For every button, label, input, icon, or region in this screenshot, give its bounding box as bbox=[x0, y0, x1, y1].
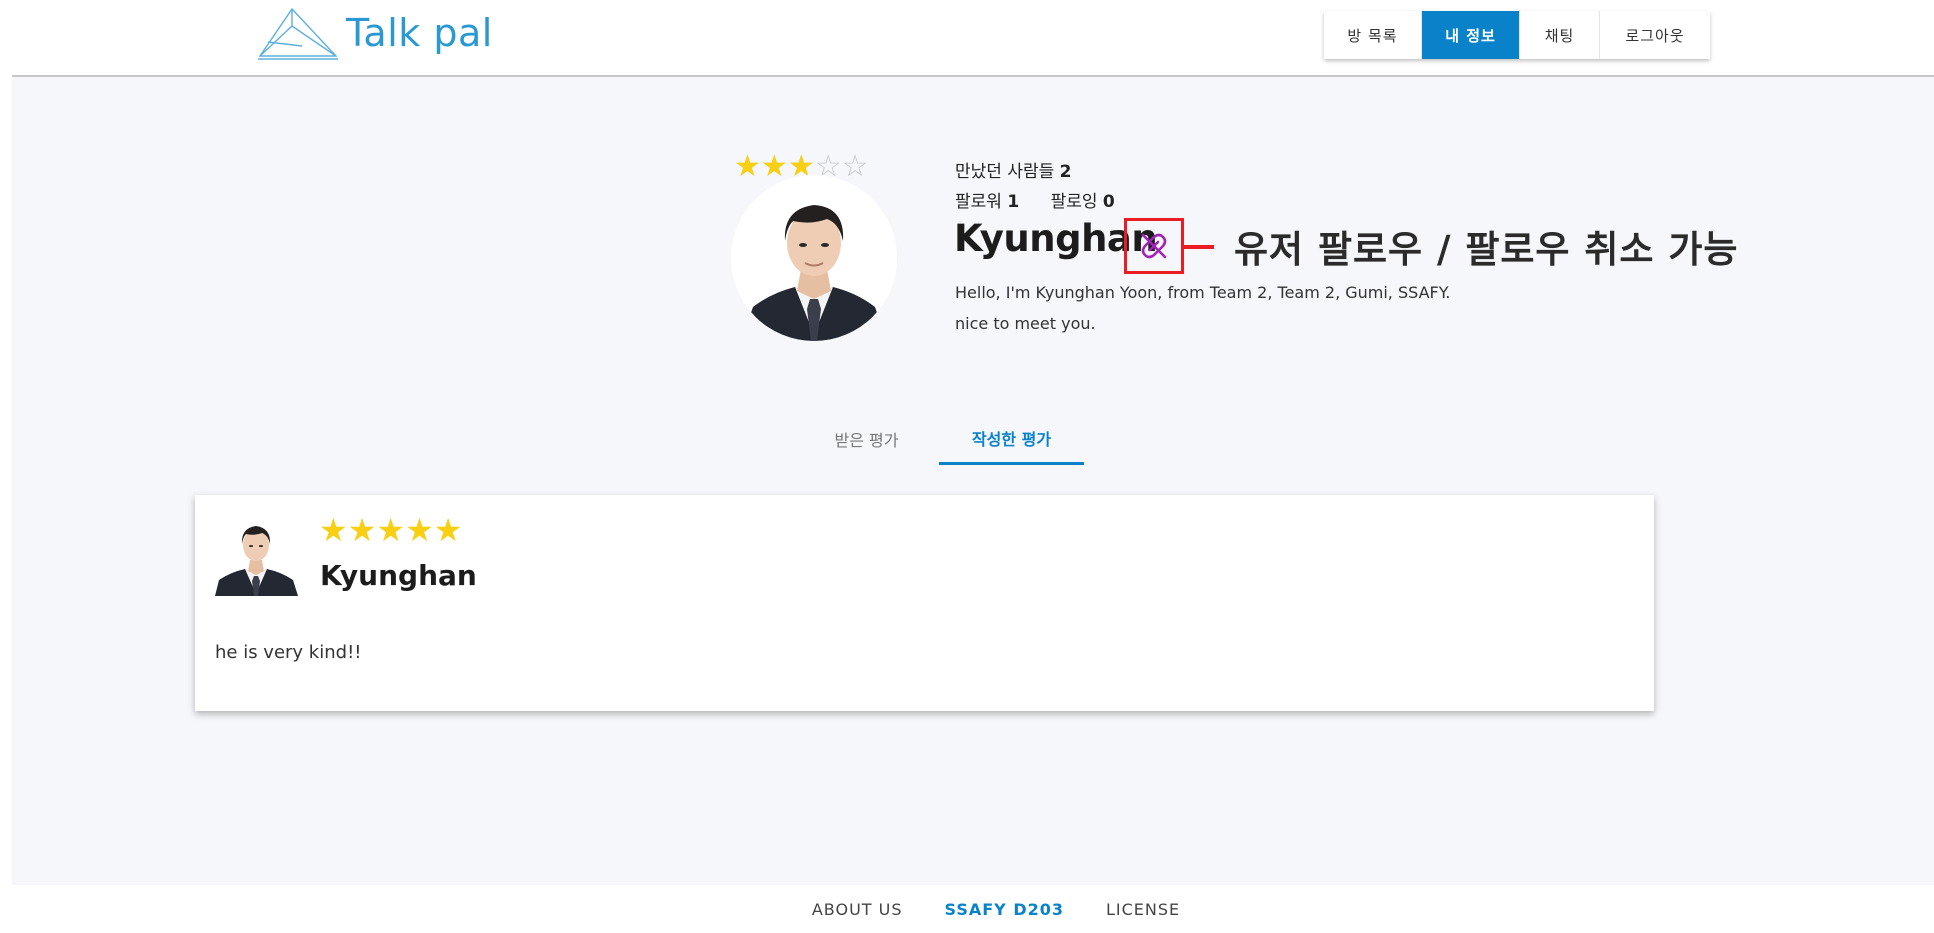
link-off-icon bbox=[1141, 233, 1167, 259]
person-portrait-icon bbox=[215, 514, 298, 596]
profile-bio: Hello, I'm Kyunghan Yoon, from Team 2, T… bbox=[955, 283, 1451, 333]
follow-annotation-text: 유저 팔로우 / 팔로우 취소 가능 bbox=[1234, 228, 1739, 271]
followers-label[interactable]: 팔로워 bbox=[955, 192, 1002, 212]
nav-room-list-button[interactable]: 방 목록 bbox=[1324, 11, 1422, 59]
star-filled-icon: ★ bbox=[347, 511, 377, 549]
review-card: ★ ★ ★ ★ ★ Kyunghan he is very kind!! bbox=[195, 495, 1654, 711]
tab-written-reviews[interactable]: 작성한 평가 bbox=[939, 413, 1084, 465]
nav-my-info-button[interactable]: 내 정보 bbox=[1422, 11, 1520, 59]
reviewer-name: Kyunghan bbox=[320, 559, 477, 592]
person-portrait-icon bbox=[731, 175, 897, 341]
followers-count[interactable]: 1 bbox=[1007, 192, 1019, 212]
met-people-label: 만났던 사람들 bbox=[955, 162, 1055, 182]
nav-logout-button[interactable]: 로그아웃 bbox=[1600, 11, 1710, 59]
logo-text: Talk pal bbox=[346, 11, 493, 55]
annotation-pointer-line bbox=[1184, 245, 1214, 249]
star-filled-icon: ★ bbox=[405, 511, 434, 549]
top-header: Talk pal 방 목록 내 정보 채팅 로그아웃 bbox=[12, 0, 1934, 77]
nav-chat-button[interactable]: 채팅 bbox=[1520, 11, 1600, 59]
star-filled-icon: ★ bbox=[433, 511, 463, 549]
following-count[interactable]: 0 bbox=[1103, 192, 1115, 212]
star-filled-icon: ★ bbox=[376, 511, 406, 549]
follow-toggle-button[interactable] bbox=[1124, 218, 1184, 274]
met-people-stat: 만났던 사람들 2 bbox=[955, 157, 1072, 182]
profile-avatar bbox=[731, 175, 897, 341]
paper-plane-logo-icon bbox=[258, 7, 338, 60]
footer: ABOUT US SSAFY D203 LICENSE bbox=[0, 885, 1934, 933]
main-nav: 방 목록 내 정보 채팅 로그아웃 bbox=[1324, 11, 1710, 59]
star-filled-icon: ★ bbox=[760, 149, 788, 184]
tab-received-reviews[interactable]: 받은 평가 bbox=[794, 413, 939, 465]
footer-license-link[interactable]: LICENSE bbox=[1106, 900, 1180, 919]
met-people-count: 2 bbox=[1059, 162, 1072, 182]
reviewer-avatar bbox=[215, 514, 298, 596]
profile-main: ★ ★ ★ ☆ ☆ 만났던 사람들 2 팔로워 1 팔로잉 0 Kyunghan… bbox=[12, 77, 1934, 885]
star-filled-icon: ★ bbox=[734, 149, 761, 184]
footer-about-link[interactable]: ABOUT US bbox=[812, 900, 903, 919]
footer-brand-link[interactable]: SSAFY D203 bbox=[945, 900, 1064, 919]
star-filled-icon: ★ bbox=[319, 511, 348, 549]
review-rating-stars: ★ ★ ★ ★ ★ bbox=[319, 511, 462, 549]
app-root: Talk pal 방 목록 내 정보 채팅 로그아웃 ★ ★ ★ ☆ ☆ 만났던… bbox=[0, 0, 1934, 933]
review-text: he is very kind!! bbox=[215, 642, 362, 663]
logo[interactable]: Talk pal bbox=[256, 6, 493, 60]
follow-stats: 팔로워 1 팔로잉 0 bbox=[955, 187, 1115, 212]
review-tabs: 받은 평가 작성한 평가 bbox=[794, 413, 1084, 465]
star-empty-icon: ☆ bbox=[841, 149, 869, 184]
following-label[interactable]: 팔로잉 bbox=[1051, 192, 1098, 212]
